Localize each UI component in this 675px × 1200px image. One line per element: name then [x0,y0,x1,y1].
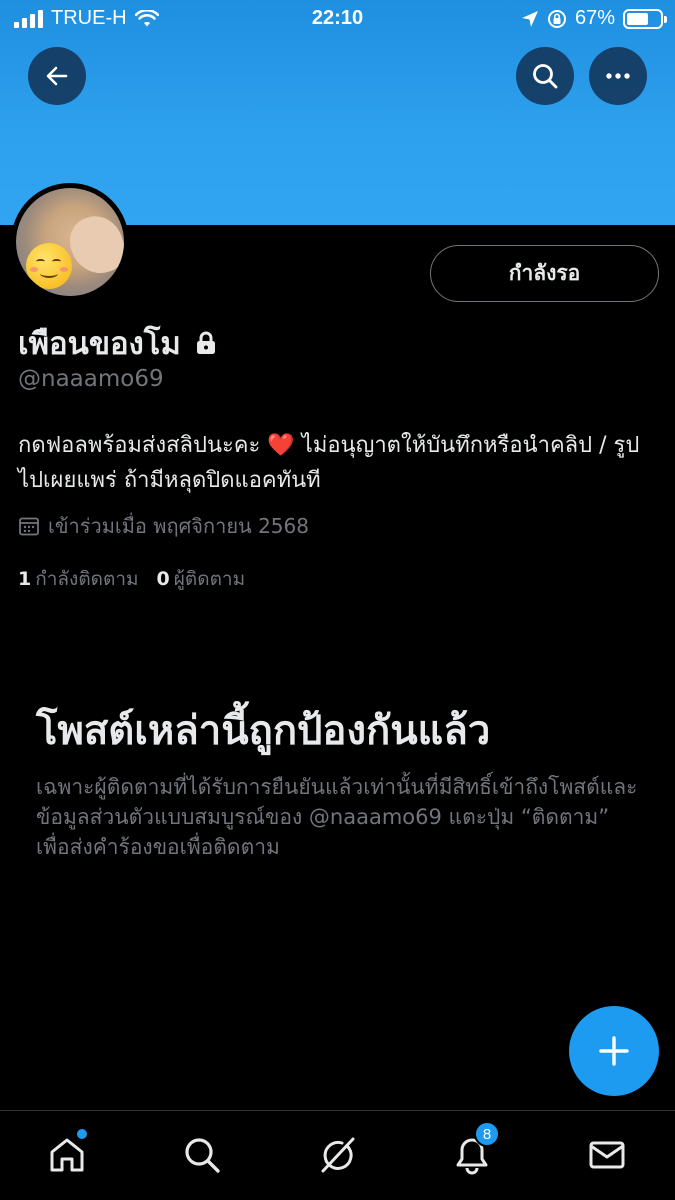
bottom-tab-bar: 8 [0,1110,675,1200]
joined-text: เข้าร่วมเมื่อ พฤศจิกายน 2568 [48,514,309,538]
search-icon [185,1138,220,1173]
smiling-face-emoji-icon [26,243,72,289]
search-button[interactable] [516,47,574,105]
grok-slash-icon [321,1137,355,1173]
back-button[interactable] [28,47,86,105]
following-link[interactable]: 1 กำลังติดตาม [18,564,139,594]
following-count: 1 [18,568,32,590]
mail-icon [589,1141,625,1169]
home-unread-dot [77,1129,87,1139]
orientation-lock-icon [547,9,566,28]
notifications-count-badge: 8 [474,1121,500,1147]
user-handle: @naaamo69 [18,366,164,392]
more-horizontal-icon [606,73,630,79]
following-label: กำลังติดตาม [35,568,139,590]
search-icon [533,64,558,89]
compose-post-button[interactable] [569,1006,659,1096]
status-bar: TRUE-H 22:10 67% [0,0,675,38]
display-name: เพือนของโม [18,318,217,368]
protected-posts-description: เฉพาะผู้ติดตามที่ได้รับการยืนยันแล้วเท่า… [36,775,638,859]
arrow-left-icon [46,66,68,86]
home-icon [50,1138,84,1172]
avatar-photo [63,209,124,281]
profile-bio: กดฟอลพร้อมส่งสลิปนะคะ ❤️ ไม่อนุญาตให้บัน… [18,428,648,498]
calendar-icon [19,517,39,536]
tab-grok[interactable] [313,1131,361,1179]
bio-text-part1: กดฟอลพร้อมส่งสลิปนะคะ [18,433,261,458]
followers-link[interactable]: 0 ผู้ติดตาม [157,564,246,594]
tab-home[interactable] [43,1129,91,1179]
follow-stats: 1 กำลังติดตาม 0 ผู้ติดตาม [18,564,245,594]
protected-posts-title: โพสต์เหล่านี้ถูกป้องกันแล้ว [36,708,491,754]
lock-icon [196,331,215,354]
display-name-text: เพือนของโม [18,326,181,362]
battery-icon [623,8,667,29]
tab-messages[interactable] [583,1131,631,1179]
pending-follow-button[interactable]: กำลังรอ [430,245,659,302]
followers-count: 0 [156,568,170,590]
followers-label: ผู้ติดตาม [173,568,246,590]
location-arrow-icon [521,10,538,27]
battery-percent: 67% [574,7,615,29]
plus-icon [599,1036,629,1066]
profile-avatar[interactable] [11,183,129,301]
tab-notifications[interactable]: 8 [448,1121,500,1179]
more-options-button[interactable] [589,47,647,105]
tab-explore[interactable] [178,1131,226,1179]
red-heart-emoji-icon: ❤️ [267,433,295,458]
joined-date: เข้าร่วมเมื่อ พฤศจิกายน 2568 [18,510,309,542]
